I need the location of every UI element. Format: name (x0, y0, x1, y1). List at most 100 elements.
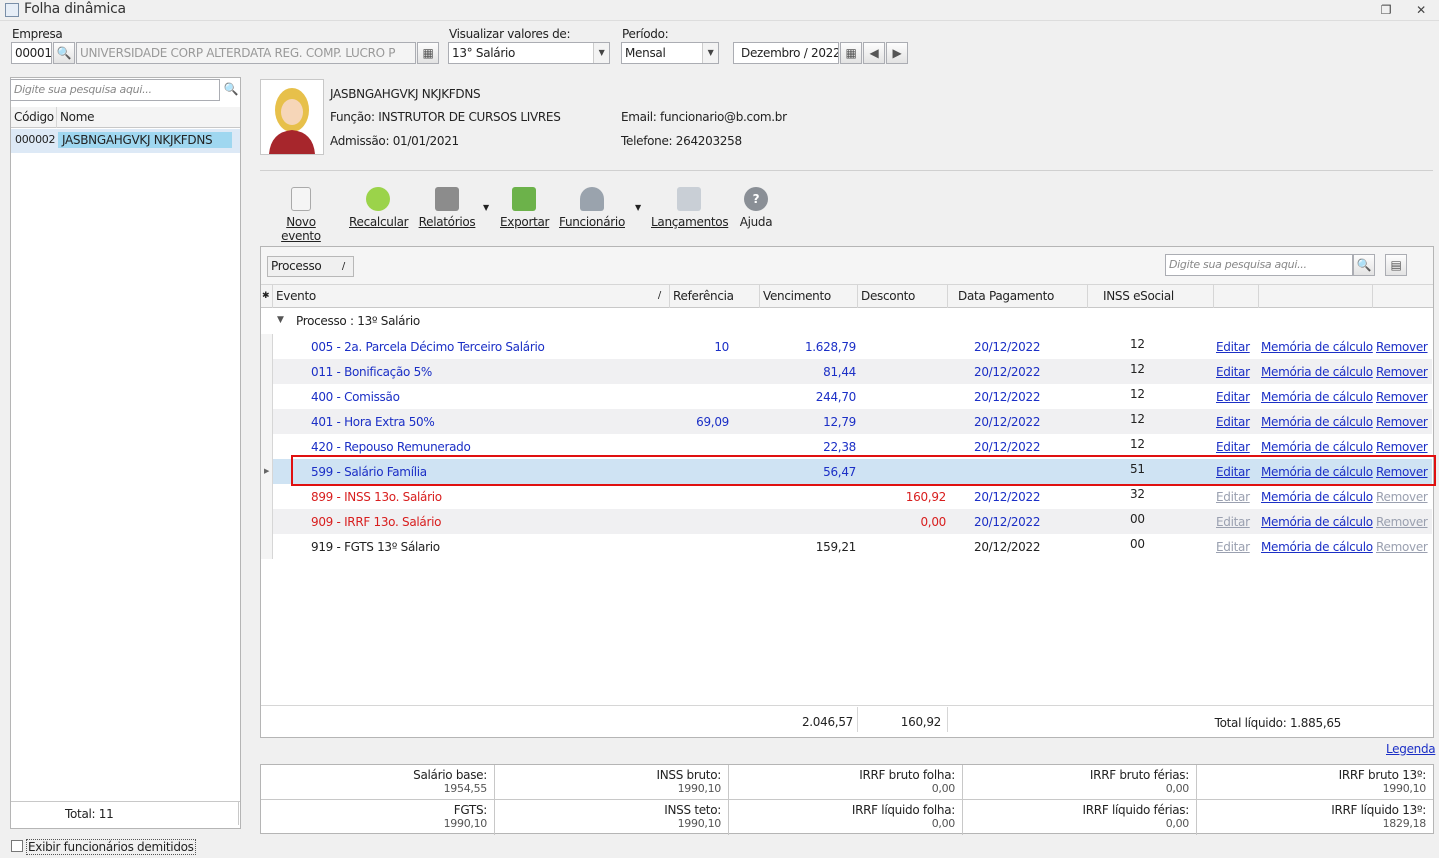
window-icon (5, 3, 19, 17)
remove-link[interactable]: Remover (1376, 409, 1428, 434)
novo-evento-button[interactable]: Novo evento (266, 187, 336, 243)
edit-link[interactable]: Editar (1216, 484, 1250, 509)
cell-desconto (858, 384, 946, 409)
relatorios-button[interactable]: Relatórios (418, 187, 476, 229)
memoria-link[interactable]: Memória de cálculo (1261, 534, 1373, 559)
col-evento[interactable]: Evento / (273, 285, 670, 308)
ajuda-button[interactable]: ? Ajuda (736, 187, 776, 229)
funcionario-dropdown-icon[interactable]: ▼ (635, 203, 641, 212)
row-indicator (261, 434, 273, 459)
cell-referencia (670, 359, 729, 384)
memoria-link[interactable]: Memória de cálculo (1261, 359, 1373, 384)
table-row[interactable]: 899 - INSS 13o. Salário 160,92 20/12/2022 3… (261, 484, 1432, 509)
grid-search-button[interactable]: 🔍 (1353, 254, 1375, 276)
edit-link[interactable]: Editar (1216, 509, 1250, 534)
employee-list-panel: Digite sua pesquisa aqui... 🔍 Código Nom… (10, 77, 241, 829)
col-vencimento[interactable]: Vencimento (760, 285, 858, 308)
summary-label: FGTS: (453, 803, 488, 817)
cell-inss: 00 (1130, 537, 1145, 551)
cell-evento: 401 - Hora Extra 50% (311, 415, 435, 429)
memoria-link[interactable]: Memória de cálculo (1261, 509, 1373, 534)
recalcular-button[interactable]: Recalcular (349, 187, 409, 229)
col-code[interactable]: Código (11, 107, 57, 128)
edit-link[interactable]: Editar (1216, 409, 1250, 434)
user-icon (580, 187, 604, 211)
remove-link[interactable]: Remover (1376, 334, 1428, 359)
empresa-search-button[interactable]: 🔍 (53, 42, 75, 64)
show-dismissed-label[interactable]: Exibir funcionários demitidos (26, 839, 196, 855)
window-title: Folha dinâmica (24, 1, 126, 17)
row-indicator (261, 334, 273, 359)
col-referencia[interactable]: Referência (670, 285, 760, 308)
month-input[interactable]: Dezembro / 2022 (733, 42, 839, 64)
empresa-calendar-button[interactable]: ▦ (417, 42, 439, 64)
cell-referencia: 10 (714, 340, 729, 354)
remove-link[interactable]: Remover (1376, 484, 1428, 509)
funcionario-button[interactable]: Funcionário (558, 187, 626, 229)
remove-link[interactable]: Remover (1376, 359, 1428, 384)
sort-icon: / (341, 261, 345, 272)
memoria-link[interactable]: Memória de cálculo (1261, 384, 1373, 409)
summary-value: 1990,10 (1382, 782, 1427, 795)
col-name[interactable]: Nome (57, 107, 240, 128)
legenda-link[interactable]: Legenda (1386, 742, 1436, 756)
edit-link[interactable]: Editar (1216, 384, 1250, 409)
cell-data-pagamento: 20/12/2022 (974, 365, 1041, 379)
exportar-button[interactable]: Exportar (500, 187, 549, 229)
chevron-down-icon[interactable]: ▼ (702, 43, 718, 63)
table-row[interactable]: 401 - Hora Extra 50% 69,09 12,79 20/12/2022… (261, 409, 1432, 434)
chevron-down-icon[interactable]: ▼ (593, 43, 609, 63)
calculator-icon (366, 187, 390, 211)
collapse-icon[interactable]: ▼ (277, 315, 284, 325)
cell-data-pagamento: 20/12/2022 (974, 390, 1041, 404)
remove-link[interactable]: Remover (1376, 534, 1428, 559)
month-calendar-button[interactable]: ▦ (840, 42, 862, 64)
grid-options-button[interactable]: ▤ (1385, 254, 1407, 276)
layout-icon: ▤ (1390, 258, 1402, 272)
remove-link[interactable]: Remover (1376, 384, 1428, 409)
lancamentos-label: Lançamentos (651, 215, 729, 229)
employee-search-input[interactable]: Digite sua pesquisa aqui... (10, 79, 220, 101)
next-month-button[interactable]: ▶ (886, 42, 908, 64)
periodo-select[interactable]: Mensal ▼ (621, 42, 719, 64)
close-icon[interactable]: ✕ (1413, 2, 1429, 18)
summary-label: Salário base: (413, 768, 487, 782)
events-grid: Processo / Digite sua pesquisa aqui... 🔍… (260, 246, 1434, 738)
edit-link[interactable]: Editar (1216, 534, 1250, 559)
grid-search-input[interactable]: Digite sua pesquisa aqui... (1165, 254, 1353, 276)
previous-month-button[interactable]: ◀ (863, 42, 885, 64)
table-row[interactable]: 005 - 2a. Parcela Décimo Terceiro Salári… (261, 334, 1432, 359)
visualizar-label: Visualizar valores de: (449, 27, 571, 41)
col-inss-esocial[interactable]: INSS eSocial (1088, 285, 1214, 308)
table-row[interactable]: 909 - IRRF 13o. Salário 0,00 20/12/2022 00 E… (261, 509, 1432, 534)
summary-label: IRRF líquido 13º: (1331, 803, 1426, 817)
memoria-link[interactable]: Memória de cálculo (1261, 409, 1373, 434)
edit-link[interactable]: Editar (1216, 359, 1250, 384)
memoria-link[interactable]: Memória de cálculo (1261, 334, 1373, 359)
memoria-link[interactable]: Memória de cálculo (1261, 484, 1373, 509)
summary-cell: IRRF líquido folha: 0,00 (729, 800, 963, 835)
relatorios-dropdown-icon[interactable]: ▼ (483, 203, 489, 212)
lancamentos-button[interactable]: Lançamentos (651, 187, 729, 229)
col-data-pagamento[interactable]: Data Pagamento (948, 285, 1088, 308)
remove-link[interactable]: Remover (1376, 509, 1428, 534)
table-row[interactable]: 919 - FGTS 13º Sálario 159,21 20/12/2022 00… (261, 534, 1432, 559)
col-remover (1373, 285, 1433, 308)
entries-icon (677, 187, 701, 211)
table-row[interactable]: 400 - Comissão 244,70 20/12/2022 12 Editar Me… (261, 384, 1432, 409)
col-desconto[interactable]: Desconto (858, 285, 948, 308)
cell-desconto (858, 334, 946, 359)
show-dismissed-checkbox[interactable] (11, 840, 23, 852)
employee-search-button[interactable]: 🔍 (220, 79, 242, 101)
empresa-code-input[interactable]: 00001 (11, 42, 52, 64)
employee-name: JASBNGAHGVKJ NKJKFDNS (58, 132, 232, 148)
visualizar-select[interactable]: 13° Salário ▼ (448, 42, 610, 64)
row-indicator (261, 534, 273, 559)
col-editar (1214, 285, 1259, 308)
edit-link[interactable]: Editar (1216, 334, 1250, 359)
table-row[interactable]: 011 - Bonificação 5% 81,44 20/12/2022 12 Edi… (261, 359, 1432, 384)
funcionario-label: Funcionário (559, 215, 625, 229)
restore-icon[interactable]: ❐ (1378, 2, 1394, 18)
group-chip[interactable]: Processo / (267, 256, 354, 277)
list-item[interactable]: 000002 JASBNGAHGVKJ NKJKFDNS (11, 129, 240, 153)
